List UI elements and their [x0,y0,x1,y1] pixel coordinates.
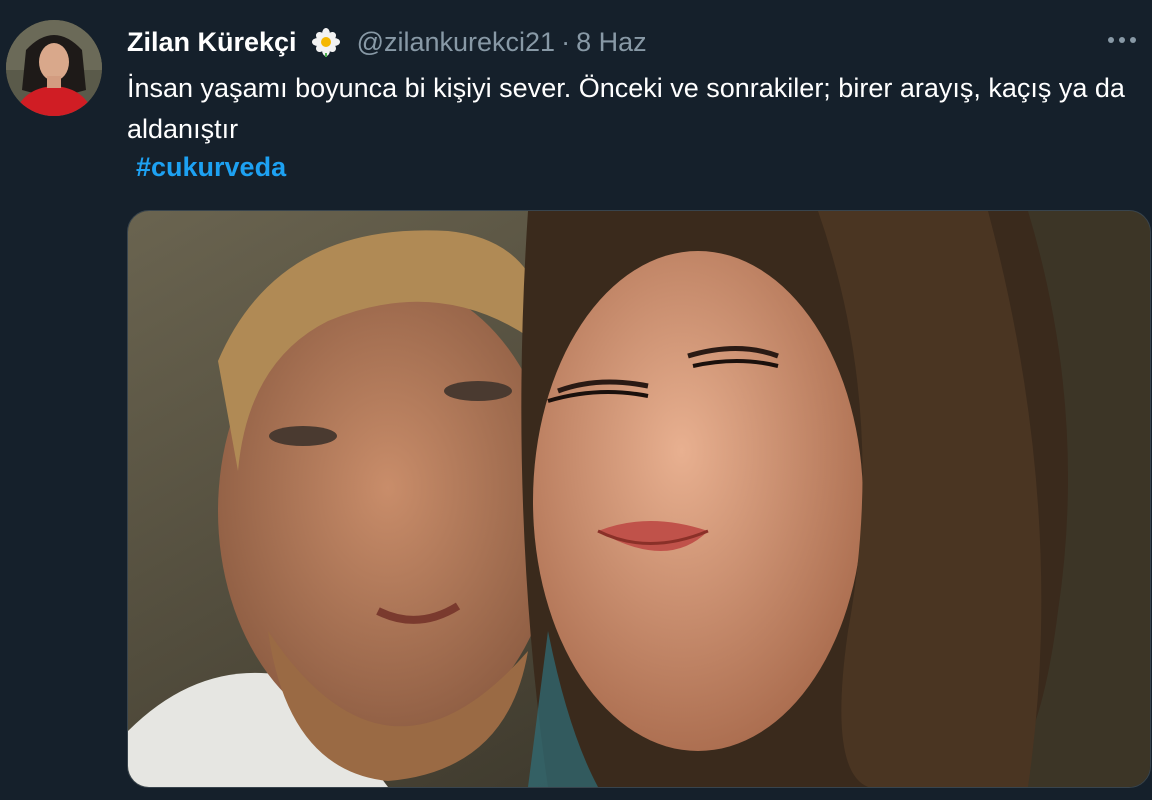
user-handle[interactable]: @zilankurekci21 [357,27,556,58]
tweet-text: İnsan yaşamı boyunca bi kişiyi sever. Ön… [127,73,1125,144]
tweet-header: Zilan Kürekçi @zilankurekci21 · 8 Haz [127,24,647,60]
flower-icon [311,27,341,57]
tweet[interactable]: Zilan Kürekçi @zilankurekci21 · 8 Haz İn… [0,0,1152,800]
avatar[interactable] [6,20,102,116]
tweet-image[interactable] [127,210,1151,788]
display-name[interactable]: Zilan Kürekçi [127,27,297,58]
tweet-date[interactable]: 8 Haz [576,27,647,58]
separator-dot: · [561,26,571,57]
hashtag-link[interactable]: #cukurveda [136,150,286,184]
more-icon[interactable] [1100,22,1144,58]
